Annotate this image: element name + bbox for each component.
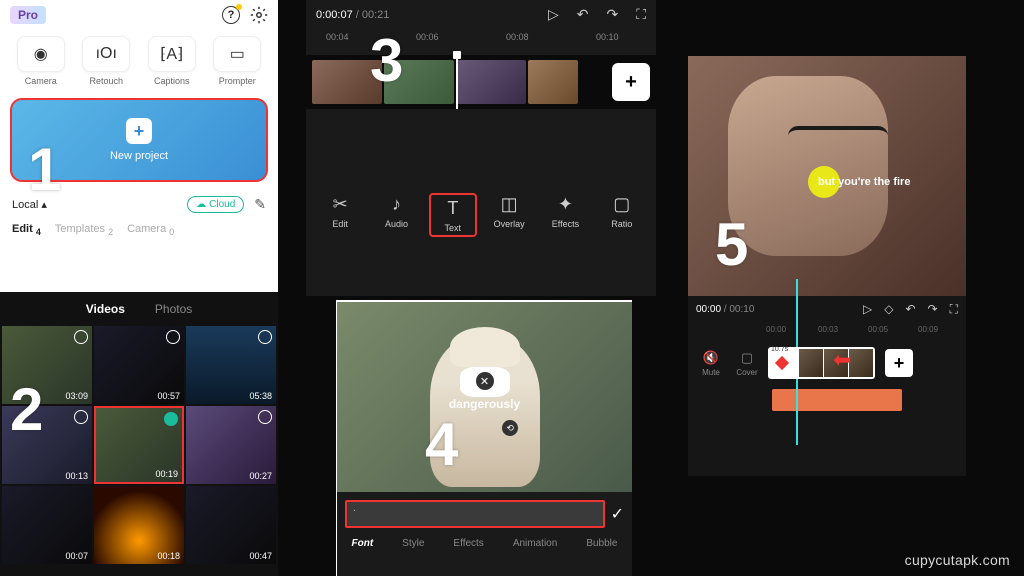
edit-icon[interactable]: ✎: [254, 196, 266, 213]
add-clip-button[interactable]: +: [885, 349, 913, 377]
clip-selected[interactable]: 10.7s: [768, 347, 875, 379]
media-thumb[interactable]: 00:07: [2, 486, 92, 564]
undo-icon[interactable]: ↶: [577, 6, 589, 23]
tab-style[interactable]: Style: [402, 538, 424, 549]
clip[interactable]: [528, 60, 578, 104]
mute-button[interactable]: 🔇Mute: [696, 350, 726, 377]
step-2: 2: [10, 375, 43, 444]
cover-button[interactable]: ▢Cover: [732, 350, 762, 377]
text-editor-panel: ✕ dangerously ⟲ . ✓ Font Style Effects A…: [336, 300, 632, 576]
media-thumb[interactable]: 00:47: [186, 486, 276, 564]
text-input[interactable]: .: [345, 500, 605, 528]
tool-text[interactable]: TText: [429, 193, 477, 237]
playhead[interactable]: [456, 55, 458, 109]
tool-audio[interactable]: ♪Audio: [372, 193, 420, 237]
tool-edit[interactable]: ✂Edit: [316, 193, 364, 237]
tab-edit[interactable]: Edit 4: [12, 223, 41, 237]
tab-bubble[interactable]: Bubble: [586, 538, 617, 549]
tab-videos[interactable]: Videos: [86, 302, 125, 316]
help-icon[interactable]: ?: [222, 6, 240, 24]
new-project-label: New project: [110, 150, 168, 162]
media-thumb-selected[interactable]: 00:19: [94, 406, 184, 484]
tool-effects[interactable]: ✦Effects: [541, 193, 589, 237]
keyframe-icon[interactable]: ◇: [884, 302, 893, 317]
timeline-ruler[interactable]: 00:00 00:03 00:05 00:09: [688, 323, 966, 339]
fullscreen-icon[interactable]: ⛶: [636, 6, 646, 23]
tab-font[interactable]: Font: [352, 538, 374, 549]
clip[interactable]: [456, 60, 526, 104]
redo-icon[interactable]: ↷: [928, 302, 938, 317]
undo-icon[interactable]: ↶: [905, 302, 915, 317]
preview-subject: [728, 76, 888, 256]
watermark: cupycutapk.com: [905, 552, 1010, 568]
cloud-button[interactable]: ☁ Cloud: [187, 196, 244, 213]
settings-icon[interactable]: [250, 6, 268, 24]
fullscreen-icon[interactable]: ⛶: [950, 302, 958, 317]
close-icon[interactable]: ✕: [476, 372, 494, 390]
media-thumb[interactable]: 00:57: [94, 326, 184, 404]
step-4: 4: [425, 410, 458, 479]
keyframe-marker[interactable]: [775, 356, 789, 370]
media-thumb[interactable]: 00:18: [94, 486, 184, 564]
plus-icon: +: [126, 118, 152, 144]
tab-animation[interactable]: Animation: [513, 538, 557, 549]
editor-panel: 0:00:07 / 00:21 ▷ ↶ ↷ ⛶ 00:04 00:06 00:0…: [306, 0, 656, 296]
video-preview[interactable]: ✕ dangerously ⟲: [337, 302, 632, 492]
tool-overlay[interactable]: ◫Overlay: [485, 193, 533, 237]
tab-camera[interactable]: Camera 0: [127, 223, 174, 237]
media-thumb[interactable]: 05:38: [186, 326, 276, 404]
tab-effects[interactable]: Effects: [453, 538, 483, 549]
prompter-tool[interactable]: ▭Prompter: [213, 36, 261, 86]
redo-icon[interactable]: ↷: [606, 6, 618, 23]
media-thumb[interactable]: 00:27: [186, 406, 276, 484]
text-overlay[interactable]: dangerously: [449, 397, 520, 411]
video-track[interactable]: +: [306, 55, 656, 109]
tool-ratio[interactable]: ▢Ratio: [598, 193, 646, 237]
step-1: 1: [28, 135, 61, 204]
tab-templates[interactable]: Templates 2: [55, 223, 113, 237]
step-5: 5: [715, 210, 748, 279]
add-clip-button[interactable]: +: [612, 63, 650, 101]
play-icon[interactable]: ▷: [548, 6, 559, 23]
retouch-tool[interactable]: ıOıRetouch: [82, 36, 130, 86]
camera-tool[interactable]: ◉Camera: [17, 36, 65, 86]
tab-photos[interactable]: Photos: [155, 302, 192, 316]
arrow-indicator-icon: ⬅: [833, 347, 851, 373]
text-track-clip[interactable]: [772, 389, 902, 411]
step-3: 3: [370, 26, 403, 95]
play-icon[interactable]: ▷: [863, 302, 872, 317]
pro-badge[interactable]: Pro: [10, 6, 46, 24]
captions-tool[interactable]: ⁅A⁆Captions: [148, 36, 196, 86]
confirm-icon[interactable]: ✓: [611, 504, 624, 524]
timeline-ruler[interactable]: 00:04 00:06 00:08 00:10: [306, 29, 656, 49]
lyric-text: but you're the fire: [818, 176, 910, 188]
time-display: 00:00 / 00:10: [696, 304, 754, 315]
time-display: 0:00:07 / 00:21: [316, 9, 389, 21]
